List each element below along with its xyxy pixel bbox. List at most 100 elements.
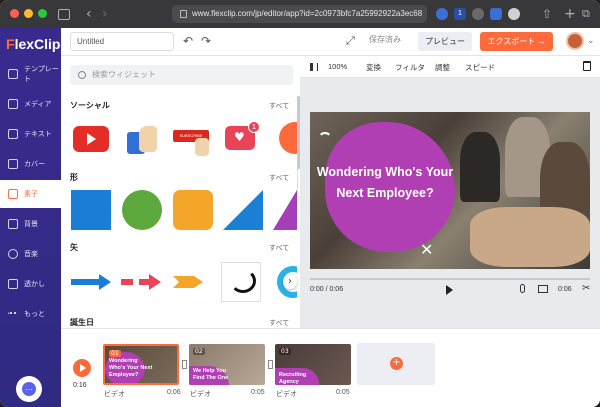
search-icon: [78, 71, 86, 79]
youtube-element[interactable]: [71, 118, 111, 158]
scissors-icon[interactable]: ✂: [582, 283, 590, 294]
search-input[interactable]: 検索ウィジェット: [70, 65, 293, 85]
close-window-button[interactable]: [10, 9, 19, 18]
background-icon: [8, 219, 18, 229]
sidebar-item-music[interactable]: 音楽: [0, 240, 61, 268]
extension-shield-icon[interactable]: [436, 8, 448, 20]
extension-half-icon[interactable]: [472, 8, 484, 20]
logo-f: F: [6, 36, 15, 52]
purple-triangle-shape[interactable]: [273, 190, 297, 230]
category-title-birthday: 誕生日: [70, 318, 94, 327]
preview-button[interactable]: プレビュー: [418, 32, 472, 51]
orange-rounded-square-shape[interactable]: [173, 190, 213, 230]
blue-triangle-shape[interactable]: [223, 190, 263, 230]
export-button[interactable]: エクスポート →: [480, 32, 553, 51]
new-tab-icon[interactable]: +: [564, 5, 576, 23]
sidebar-item-label: 素子: [24, 191, 38, 198]
dashed-shaft: [121, 279, 151, 285]
chevron-down-icon[interactable]: ⌄: [587, 34, 595, 48]
partial-element[interactable]: [273, 118, 297, 158]
extension-badge-count: 1: [458, 10, 462, 17]
category-title-shapes: 形: [70, 173, 78, 182]
back-button[interactable]: ‹: [86, 5, 92, 23]
chat-support-button[interactable]: …: [16, 376, 42, 402]
transition-icon[interactable]: [268, 360, 273, 369]
curved-arrow-icon: [230, 269, 256, 293]
play-icon[interactable]: [446, 285, 453, 295]
project-title-input[interactable]: Untitled: [70, 32, 174, 51]
menu-adjust[interactable]: 調整: [435, 62, 450, 73]
menu-transform[interactable]: 変換: [366, 62, 381, 73]
see-all-social-link[interactable]: すべて: [269, 101, 289, 111]
pointing-hand-icon: [195, 138, 209, 156]
sidebar-item-background[interactable]: 背景: [0, 210, 61, 238]
maximize-window-button[interactable]: [38, 9, 47, 18]
subscribe-element[interactable]: SUBSCRIBE: [173, 118, 213, 158]
see-all-birthday-link[interactable]: すべて: [269, 318, 289, 328]
timeline-clip-3[interactable]: 03 Recruiting Agency: [275, 344, 351, 385]
clip-label: ビデオ: [276, 391, 297, 398]
fullscreen-icon[interactable]: ⤢: [346, 34, 355, 48]
sidebar-item-templates[interactable]: テンプレート: [0, 60, 61, 88]
address-bar[interactable]: www.flexclip.com/jp/editor/app?id=2c0973…: [172, 5, 427, 23]
hands-cluster: [470, 207, 590, 267]
scroll-right-button[interactable]: ›: [283, 275, 297, 289]
tab-overview-icon[interactable]: ⧉: [582, 5, 590, 23]
extension-gear-icon[interactable]: [508, 8, 520, 20]
trash-icon[interactable]: [583, 61, 591, 71]
menu-speed[interactable]: スピード: [465, 62, 495, 73]
sidebar-item-text[interactable]: テキスト: [0, 120, 61, 148]
thumbs-up-element[interactable]: [121, 118, 161, 158]
dashed-arrow-element[interactable]: [121, 262, 161, 302]
microphone-icon[interactable]: [520, 284, 525, 293]
blue-arrow-element[interactable]: [71, 262, 111, 302]
forward-button[interactable]: ›: [102, 5, 108, 23]
sidebar-item-media[interactable]: メディア: [0, 90, 61, 118]
blue-square-shape[interactable]: [71, 190, 111, 230]
minimize-window-button[interactable]: [24, 9, 33, 18]
sidebar-item-cover[interactable]: カバー: [0, 150, 61, 178]
video-canvas[interactable]: Wondering Who's Your Next Employee? ✕: [310, 112, 590, 269]
redo-icon[interactable]: ↷: [201, 34, 211, 48]
curved-arrow-element[interactable]: [221, 262, 261, 302]
url-text: www.flexclip.com/jp/editor/app?id=2c0973…: [192, 9, 423, 18]
time-readout: 0:00 / 0:06: [310, 286, 344, 293]
timeline-play-button[interactable]: [73, 359, 91, 377]
orange-circle-shape: [279, 122, 297, 154]
timeline-clip-2[interactable]: 02 We Help You Find The One: [189, 344, 265, 385]
zoom-select[interactable]: 100%: [328, 62, 347, 71]
sidebar: FlexClip テンプレート メディア テキスト カバー 素子 背景 音楽 透…: [0, 28, 61, 407]
volume-icon[interactable]: [310, 63, 318, 71]
text-icon: [8, 129, 18, 139]
video-title-text[interactable]: Wondering Who's Your Next Employee?: [315, 162, 455, 204]
timeline-clip-1[interactable]: 01 Wondering Who's Your Next Employee?: [103, 344, 179, 385]
heart-notification-element[interactable]: ♥ 1: [223, 118, 263, 158]
share-icon[interactable]: ⇧: [542, 5, 552, 23]
add-clip-button[interactable]: +: [357, 343, 435, 385]
undo-icon[interactable]: ↶: [183, 34, 193, 48]
transition-icon[interactable]: [182, 360, 187, 369]
extension-badge-icon[interactable]: 1: [454, 8, 466, 20]
lock-icon: [180, 10, 187, 18]
more-icon: [8, 312, 18, 316]
see-all-arrows-link[interactable]: すべて: [269, 243, 289, 253]
arrow-right-icon: [99, 274, 111, 290]
playback-progress-bar[interactable]: [310, 278, 590, 280]
sidebar-item-label: 背景: [24, 221, 38, 228]
translate-extension-icon[interactable]: [490, 8, 502, 20]
flexclip-logo[interactable]: FlexClip: [6, 36, 60, 52]
sidebar-toggle-icon[interactable]: [58, 9, 70, 20]
avatar[interactable]: [566, 32, 584, 50]
chevron-arrow-element[interactable]: [173, 262, 213, 302]
green-circle-shape[interactable]: [122, 190, 162, 230]
sidebar-item-watermark[interactable]: 透かし: [0, 270, 61, 298]
see-all-shapes-link[interactable]: すべて: [269, 173, 289, 183]
sidebar-item-more[interactable]: もっと: [0, 300, 61, 328]
sidebar-item-label: テキスト: [24, 131, 52, 138]
total-time: 0:16: [73, 382, 87, 389]
sidebar-item-elements[interactable]: 素子: [0, 180, 61, 208]
save-status: 保存済み: [369, 35, 401, 44]
menu-filter[interactable]: フィルタ: [395, 62, 425, 73]
close-x-icon: ✕: [420, 240, 434, 259]
aspect-ratio-icon[interactable]: [538, 285, 548, 293]
